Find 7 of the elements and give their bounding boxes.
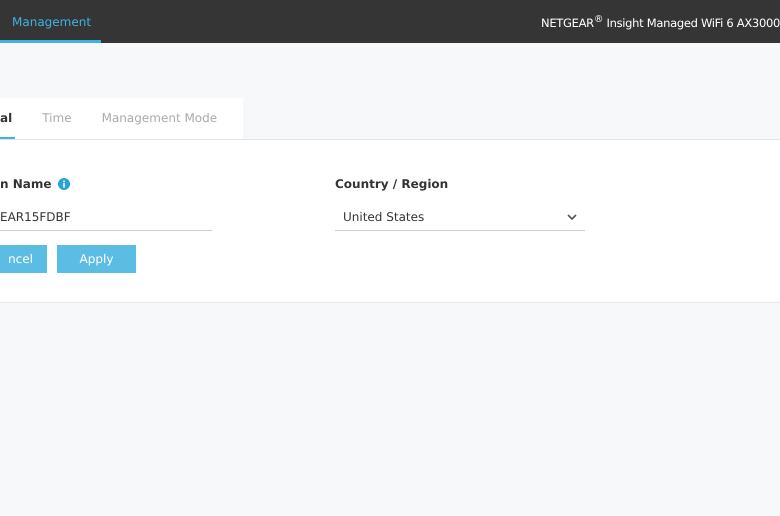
chevron-down-icon xyxy=(567,214,577,220)
info-icon[interactable] xyxy=(58,178,70,190)
field-label: Country / Region xyxy=(335,177,448,191)
product-title: NETGEAR$^{®}$ Insight Managed WiFi 6 AX3000 xyxy=(541,14,780,30)
field-label: n Name xyxy=(0,177,52,191)
nav-tab[interactable]: Management xyxy=(0,0,101,43)
country-dropdown[interactable]: United States xyxy=(335,206,585,231)
